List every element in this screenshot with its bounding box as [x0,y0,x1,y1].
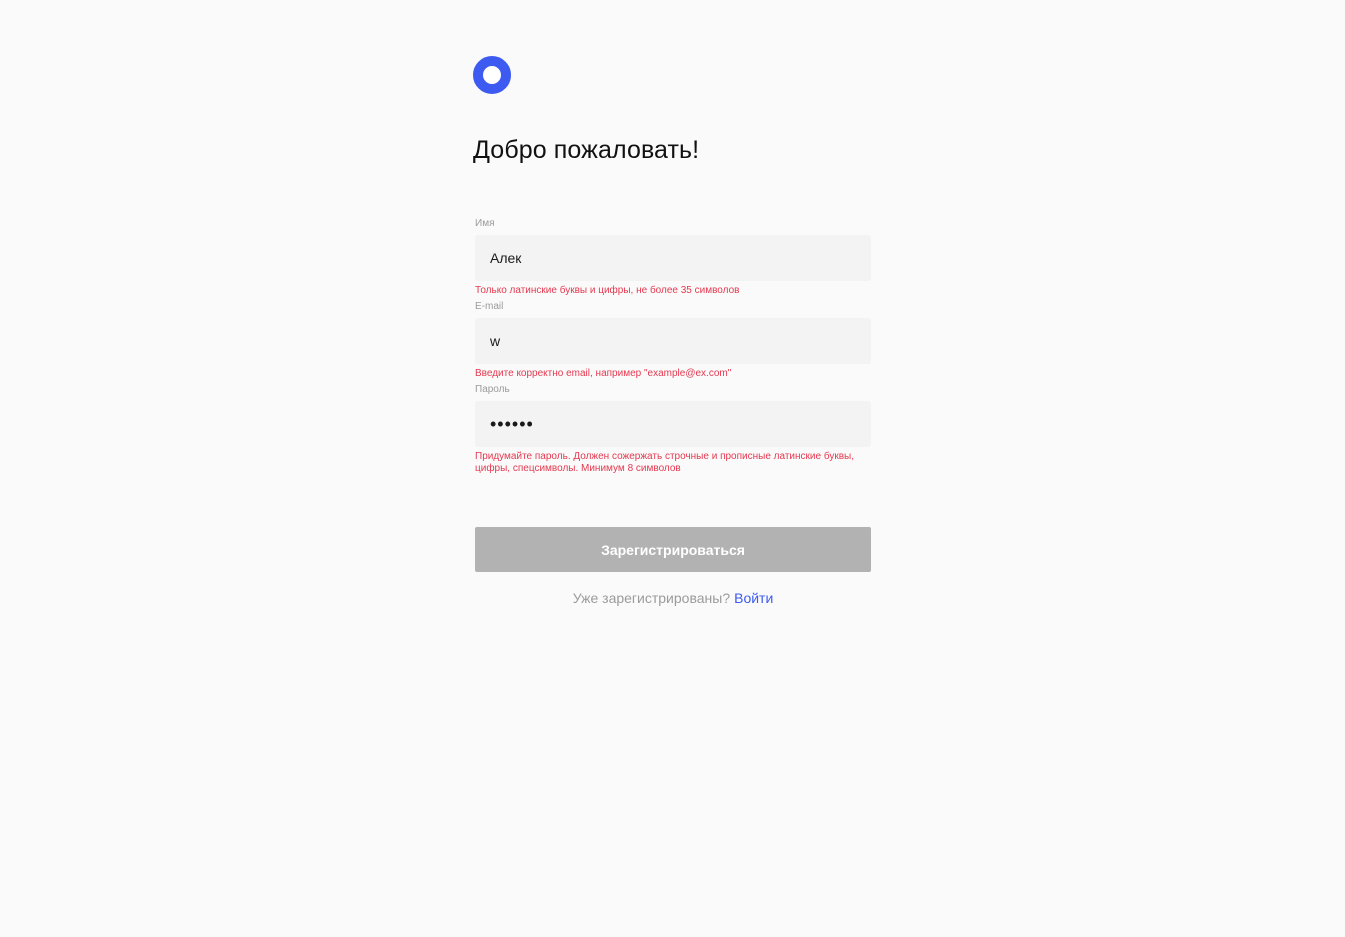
email-label: E-mail [475,301,504,312]
name-input[interactable]: Алек [475,235,871,281]
email-error: Введите корректно email, например "examp… [475,368,732,379]
password-error: Придумайте пароль. Должен сожержать стро… [475,451,854,474]
name-field-group: Имя Алек Только латинские буквы и цифры,… [475,218,871,297]
registration-page: Добро пожаловать! Имя Алек Только латинс… [0,0,1345,937]
form-fields: Имя Алек Только латинские буквы и цифры,… [473,218,871,606]
email-input[interactable]: w [475,318,871,364]
registration-form: Добро пожаловать! Имя Алек Только латинс… [473,56,871,606]
password-field-group: Пароль •••••• Придумайте пароль. Должен … [475,384,871,475]
name-label: Имя [475,218,495,229]
password-input[interactable]: •••••• [475,401,871,447]
login-prompt-text: Уже зарегистрированы? [572,590,731,606]
login-link[interactable]: Войти [734,590,773,606]
email-field-group: E-mail w Введите корректно email, наприм… [475,301,871,380]
login-prompt-line: Уже зарегистрированы? Войти [475,590,871,606]
page-title: Добро пожаловать! [473,136,700,164]
name-error: Только латинские буквы и цифры, не более… [475,285,740,296]
register-button[interactable]: Зарегистрироваться [475,527,871,572]
password-label: Пароль [475,384,510,395]
ring-logo-icon [473,56,511,94]
